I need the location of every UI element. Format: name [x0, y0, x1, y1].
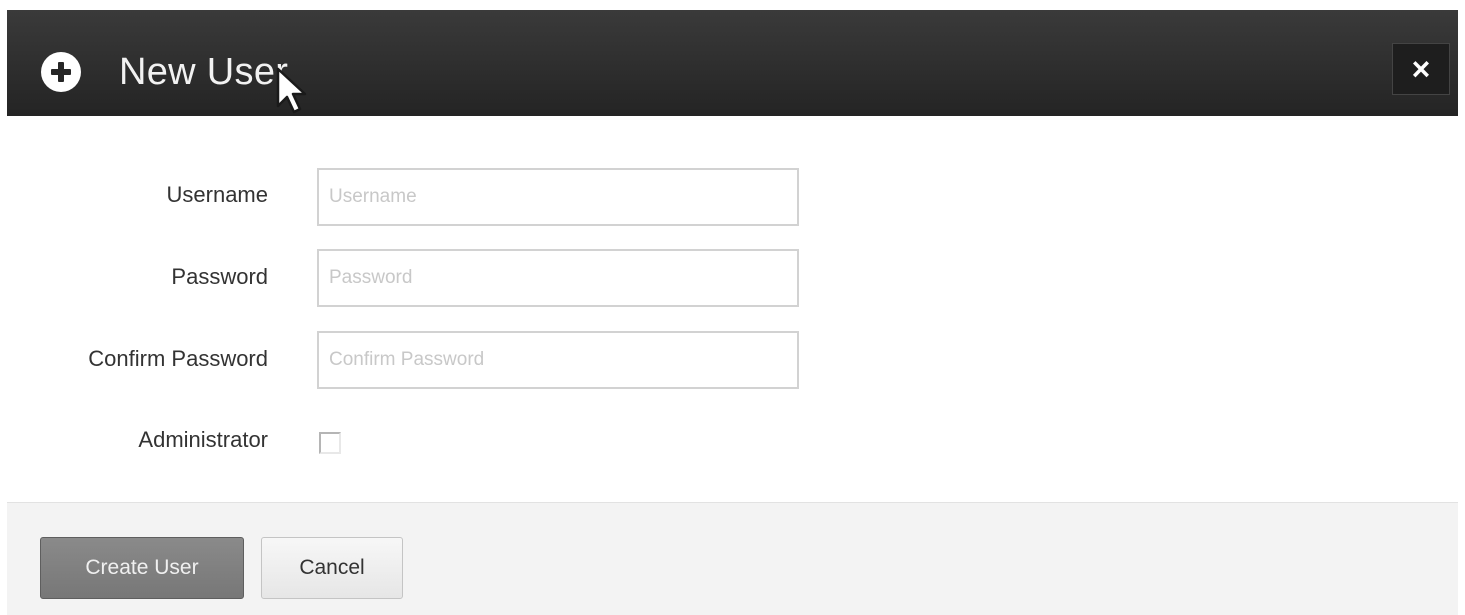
confirm-password-input[interactable] [317, 331, 799, 389]
user-form: Username Password Confirm Password Admin… [7, 116, 1458, 502]
dialog-title: New User [119, 51, 289, 93]
dialog-titlebar: New User × [7, 10, 1458, 116]
close-button[interactable]: × [1392, 43, 1450, 95]
administrator-checkbox[interactable] [319, 432, 341, 454]
username-label: Username [166, 182, 268, 207]
plus-circle-icon [41, 52, 81, 92]
password-label: Password [171, 264, 268, 289]
create-user-button[interactable]: Create User [40, 537, 244, 599]
administrator-label: Administrator [138, 427, 268, 452]
new-user-dialog: New User × Username Password Confirm Pas… [0, 0, 1465, 615]
username-input[interactable] [317, 168, 799, 226]
dialog-footer: Create User Cancel [7, 502, 1458, 615]
cancel-button[interactable]: Cancel [261, 537, 403, 599]
mouse-cursor-icon [276, 67, 307, 114]
password-input[interactable] [317, 249, 799, 307]
confirm-password-label: Confirm Password [88, 346, 268, 371]
close-icon: × [1411, 51, 1431, 87]
